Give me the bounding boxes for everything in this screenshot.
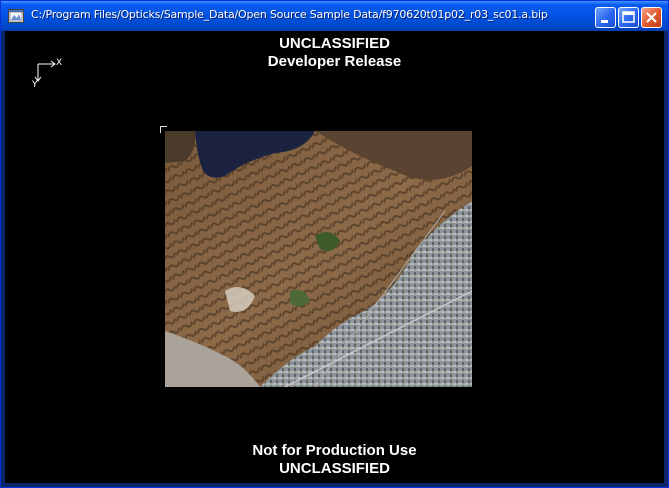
close-icon: [646, 12, 657, 23]
classification-top: UNCLASSIFIED: [279, 35, 390, 52]
minimize-button[interactable]: [595, 7, 616, 28]
image-view-canvas[interactable]: UNCLASSIFIED Developer Release X Y Not f…: [5, 31, 664, 483]
minimize-icon: [601, 20, 608, 23]
axis-y-label: Y: [32, 80, 38, 90]
release-label: Developer Release: [267, 53, 402, 70]
satellite-image-layer[interactable]: [165, 131, 472, 387]
window-title: C:/Program Files/Opticks/Sample_Data/Ope…: [31, 8, 548, 21]
main-window: C:/Program Files/Opticks/Sample_Data/Ope…: [0, 0, 669, 488]
close-button[interactable]: [641, 7, 662, 28]
maximize-button[interactable]: [618, 7, 639, 28]
title-bar[interactable]: C:/Program Files/Opticks/Sample_Data/Ope…: [1, 1, 668, 31]
classification-bottom: UNCLASSIFIED: [279, 460, 390, 477]
axis-x-label: X: [56, 58, 63, 68]
production-warning: Not for Production Use: [252, 442, 417, 459]
app-icon[interactable]: [8, 9, 24, 23]
maximize-icon: [622, 11, 635, 23]
